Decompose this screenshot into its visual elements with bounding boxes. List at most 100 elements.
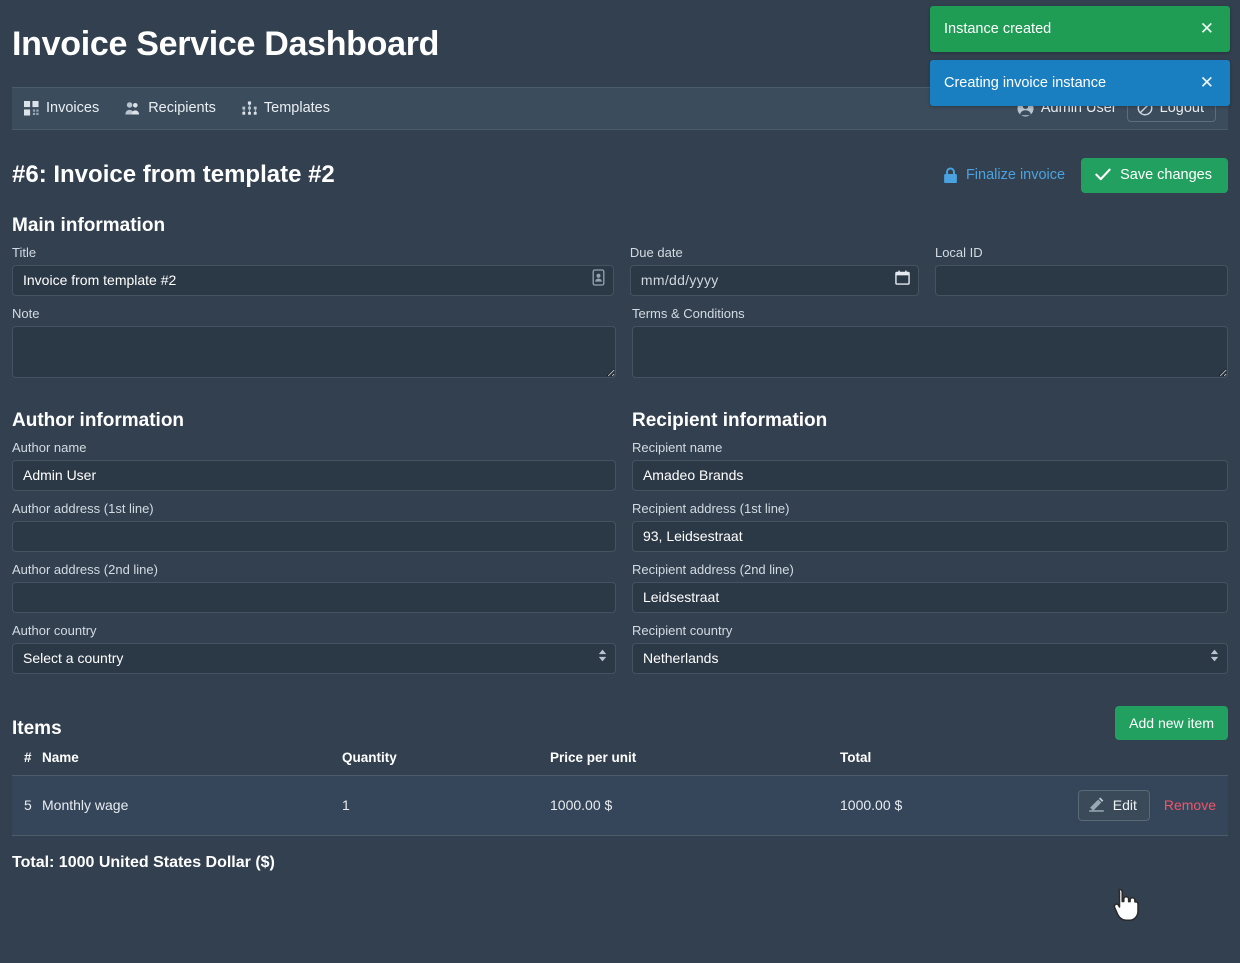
terms-textarea[interactable] — [631, 325, 1228, 378]
recipient-address2-input[interactable] — [631, 581, 1228, 613]
edit-item-button[interactable]: Edit — [1077, 789, 1150, 821]
people-icon — [125, 101, 141, 116]
section-items: Items — [12, 717, 62, 739]
note-textarea[interactable] — [12, 325, 616, 378]
nav-item-recipients[interactable]: Recipients — [123, 96, 218, 120]
row-actions: Edit Remove — [1060, 789, 1216, 821]
field-author-address1: Author address (1st line) — [12, 501, 616, 552]
author-address2-input[interactable] — [12, 581, 616, 613]
section-author-information: Author information — [12, 409, 185, 431]
nav-links: Invoices Recipients Templates — [22, 96, 332, 120]
toast-message: Creating invoice instance — [944, 75, 1107, 91]
field-recipient-address2: Recipient address (2nd line) — [631, 561, 1228, 613]
sitemap-icon — [242, 101, 257, 116]
finalize-invoice-button[interactable]: Finalize invoice — [943, 167, 1065, 184]
label-author-address1: Author address (1st line) — [12, 500, 154, 516]
due-date-input[interactable]: mm/dd/yyyy — [629, 264, 919, 296]
check-icon — [1095, 168, 1111, 181]
author-country-select[interactable]: Select a country — [12, 642, 616, 674]
field-author-name: Author name — [12, 440, 616, 491]
items-header-row: # Name Quantity Price per unit Total — [12, 750, 1228, 776]
page-title: #6: Invoice from template #2 — [12, 161, 335, 189]
items-table-body: 5 Monthly wage 1 1000.00 $ 1000.00 $ Edi… — [12, 774, 1228, 836]
recipient-name-input[interactable] — [631, 459, 1228, 491]
label-author-country: Author country — [12, 622, 97, 638]
recipient-column: Recipient information Recipient name Rec… — [631, 388, 1228, 684]
items-total: Total: 1000 United States Dollar ($) — [12, 853, 275, 871]
author-country-value: Select a country — [23, 650, 124, 667]
label-recipient-address2: Recipient address (2nd line) — [631, 561, 794, 577]
author-country-wrap: Select a country — [12, 642, 616, 674]
field-terms: Terms & Conditions — [631, 305, 1228, 378]
toast-success[interactable]: Instance created ✕ — [930, 6, 1230, 52]
table-row: 5 Monthly wage 1 1000.00 $ 1000.00 $ Edi… — [12, 774, 1228, 836]
section-recipient-information: Recipient information — [631, 409, 828, 431]
author-address1-input[interactable] — [12, 520, 616, 552]
remove-item-link[interactable]: Remove — [1164, 797, 1216, 813]
column-header-number: # — [24, 749, 32, 765]
title-actions: Finalize invoice Save changes — [943, 157, 1228, 193]
label-due-date: Due date — [629, 244, 683, 260]
parties-row: Author information Author name Author ad… — [12, 388, 1228, 684]
due-date-placeholder: mm/dd/yyyy — [640, 272, 719, 289]
label-author-address2: Author address (2nd line) — [12, 561, 158, 577]
nav-item-label: Templates — [263, 100, 330, 117]
field-author-country: Author country Select a country — [12, 623, 616, 674]
author-column: Author information Author name Author ad… — [12, 388, 616, 684]
field-title: Title — [12, 245, 614, 296]
main-content: #6: Invoice from template #2 Finalize in… — [0, 157, 1240, 872]
grid-icon — [24, 100, 39, 116]
close-icon[interactable]: ✕ — [1190, 72, 1216, 95]
author-name-input[interactable] — [12, 459, 616, 491]
label-author-name: Author name — [12, 439, 87, 455]
label-local-id: Local ID — [934, 244, 983, 260]
label-recipient-address1: Recipient address (1st line) — [631, 500, 790, 516]
cell-total: 1000.00 $ — [840, 774, 1060, 836]
label-recipient-country: Recipient country — [631, 622, 733, 638]
finalize-label: Finalize invoice — [965, 167, 1066, 184]
recipient-address1-input[interactable] — [631, 520, 1228, 552]
cell-price-per-unit: 1000.00 $ — [550, 774, 840, 836]
recipient-country-value: Netherlands — [642, 650, 719, 667]
field-due-date: Due date mm/dd/yyyy — [629, 244, 919, 296]
field-recipient-name: Recipient name — [631, 440, 1228, 491]
nav-item-templates[interactable]: Templates — [240, 96, 332, 120]
toast-message: Instance created — [944, 21, 1052, 37]
label-title: Title — [12, 244, 37, 260]
edit-item-label: Edit — [1112, 796, 1137, 813]
due-date-wrap: mm/dd/yyyy — [629, 264, 919, 296]
local-id-input[interactable] — [934, 264, 1228, 296]
column-header-total: Total — [840, 749, 872, 765]
calendar-icon[interactable] — [895, 270, 910, 290]
recipient-country-wrap: Netherlands — [631, 642, 1228, 674]
pencil-icon — [1088, 797, 1105, 813]
field-recipient-address1: Recipient address (1st line) — [631, 500, 1228, 552]
items-table: # Name Quantity Price per unit Total 5 M… — [12, 750, 1228, 836]
mouse-cursor-pointer-icon — [1113, 888, 1139, 927]
items-table-head: # Name Quantity Price per unit Total — [12, 750, 1228, 776]
cell-number: 5 — [12, 774, 42, 836]
column-header-price-per-unit: Price per unit — [550, 749, 637, 765]
nav-item-label: Invoices — [46, 100, 100, 117]
column-header-quantity: Quantity — [342, 749, 397, 765]
add-new-item-button[interactable]: Add new item — [1115, 705, 1228, 740]
field-recipient-country: Recipient country Netherlands — [631, 622, 1228, 674]
nav-item-invoices[interactable]: Invoices — [22, 96, 101, 120]
lock-icon — [943, 167, 958, 184]
toast-info[interactable]: Creating invoice instance ✕ — [930, 60, 1230, 106]
section-main-information: Main information — [12, 214, 166, 236]
main-info-row-2: Note Terms & Conditions — [12, 306, 1228, 388]
field-note: Note — [12, 306, 616, 378]
page-root: Instance created ✕ Creating invoice inst… — [0, 0, 1240, 963]
main-info-row-1: Title Due date mm/dd/yy — [12, 245, 1228, 306]
title-input-wrap — [12, 264, 614, 296]
invoice-title-row: #6: Invoice from template #2 Finalize in… — [12, 157, 1228, 193]
column-header-actions — [1060, 750, 1228, 776]
save-changes-button[interactable]: Save changes — [1081, 157, 1228, 193]
label-terms: Terms & Conditions — [631, 305, 745, 321]
close-icon[interactable]: ✕ — [1190, 18, 1216, 41]
field-local-id: Local ID — [934, 244, 1228, 296]
column-header-name: Name — [42, 749, 79, 765]
recipient-country-select[interactable]: Netherlands — [631, 642, 1228, 674]
title-input[interactable] — [12, 264, 614, 296]
